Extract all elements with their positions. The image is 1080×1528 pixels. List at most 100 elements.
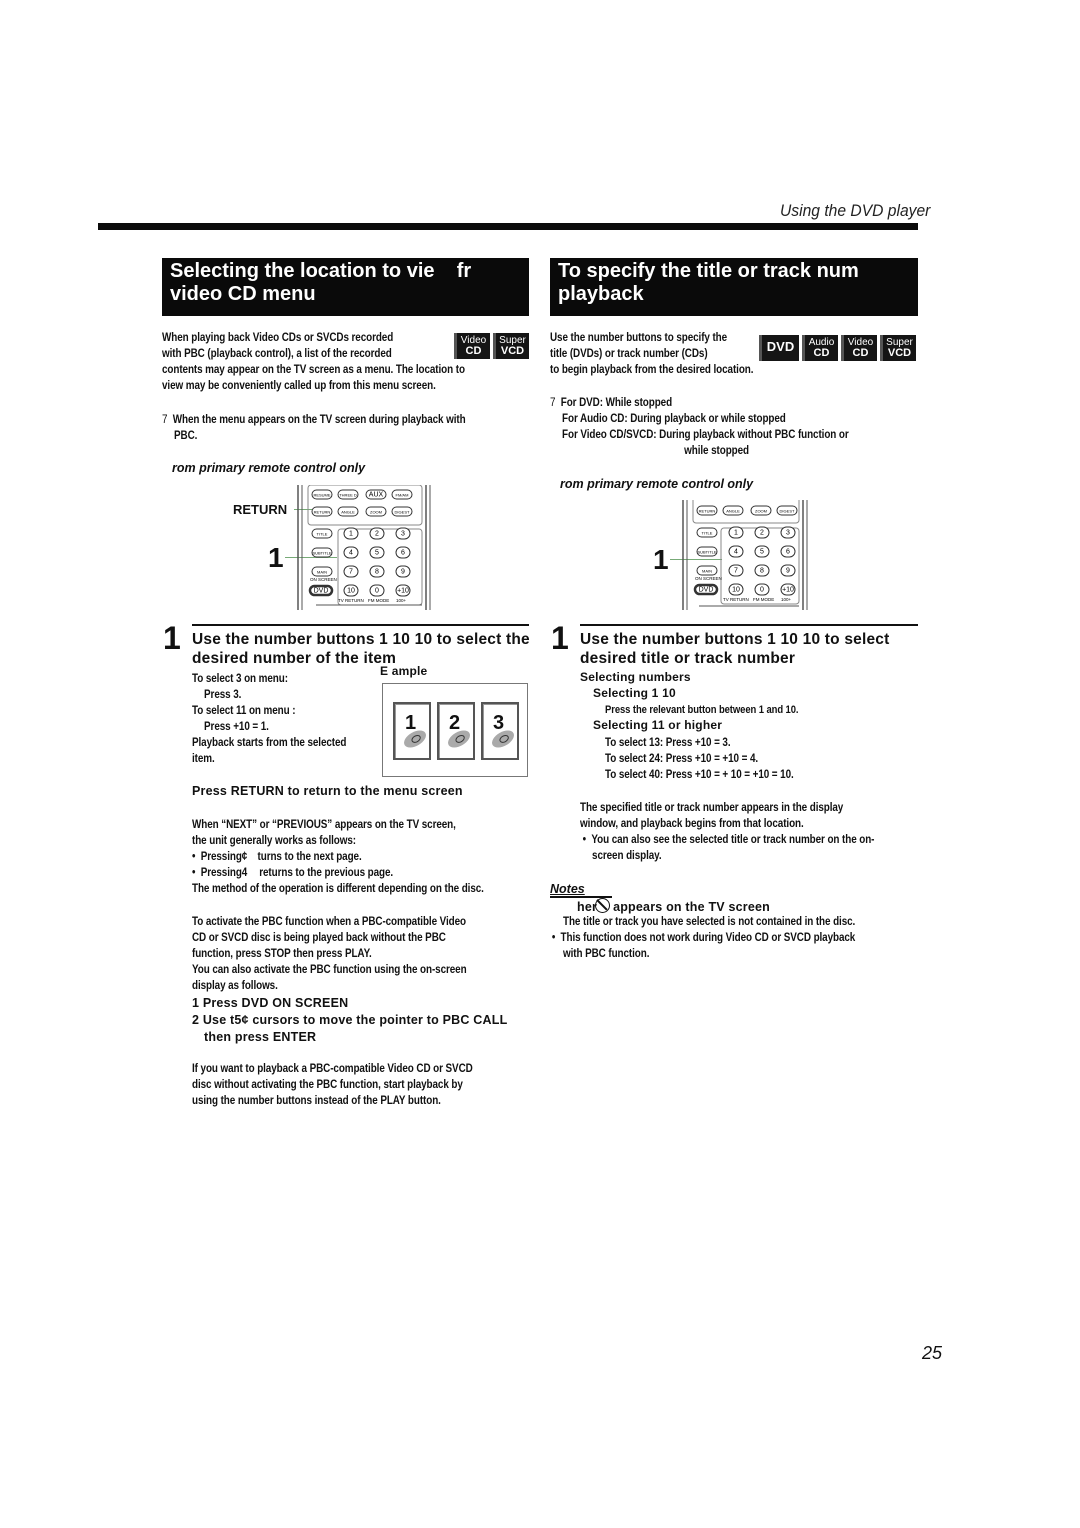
remote-button-label: SUBTITLE (312, 551, 331, 556)
number-button-label: 0 (760, 587, 764, 594)
tv-return-label: TV RETURN (723, 597, 749, 602)
example-line: To select 40: Press +10 = + 10 = +10 = 1… (605, 769, 794, 781)
right-step-rule (580, 624, 918, 626)
example-menu-item: 2 (437, 702, 475, 760)
number-button-label: 4 (734, 549, 738, 556)
note-bullet-text: This function does not work during Video… (560, 932, 856, 944)
number-button-label: 3 (401, 531, 405, 538)
pbc-line: You can also activate the PBC function u… (192, 964, 467, 976)
super-vcd-badge: Super VCD (493, 333, 529, 359)
number-button-label: 7 (349, 569, 353, 576)
number-button-label: 1 (734, 530, 738, 537)
left-condition: 7 When the menu appears on the TV screen… (162, 412, 466, 444)
remote-button-label: TITLE (317, 532, 328, 537)
remote-button-label: ANGLE (726, 509, 740, 514)
final-paragraph: If you want to playback a PBC-compatible… (192, 1061, 473, 1109)
remote-button-label: RETURN (699, 509, 716, 514)
left-remote-illustration: RESUME THREE D AUX FM/AM RETURN ANGLE ZOOM DIGE… (297, 485, 431, 610)
right-section-title: To specify the title or track num playba… (550, 258, 918, 316)
final-line: If you want to playback a PBC-compatible… (192, 1063, 473, 1075)
step1-callout-left: 1 (268, 542, 284, 573)
page-number: 25 (922, 1343, 943, 1363)
note-bullet: • This function does not work during Vid… (551, 932, 856, 944)
condition-text: For Audio CD: During playback or while s… (562, 413, 786, 425)
example-line: To select 24: Press +10 = +10 = 4. (605, 753, 759, 765)
number-button-label: 5 (375, 550, 379, 557)
left-step-number: 1 (163, 620, 181, 656)
pbc-line: CD or SVCD disc is being played back wit… (192, 932, 446, 944)
right-remote-illustration: RETURN ANGLE ZOOM DIGEST TITLE 1 2 3 SUBTITLE 4 5 6… (682, 500, 808, 610)
pbc-line: display as follows. (192, 980, 278, 992)
dvd-on-screen-button-label: DVD (314, 588, 329, 595)
result-line: window, and playback begins from that lo… (580, 818, 804, 830)
instruction-line: Playback starts from the selected (192, 737, 347, 749)
remote-button-label: MAIN (702, 569, 712, 574)
number-button-label: 9 (401, 569, 405, 576)
result-bullet-text: You can also see the selected title or t… (591, 834, 875, 846)
number-button-label: 0 (375, 588, 379, 595)
remote-button-label: DIGEST (395, 510, 410, 515)
remote-button-label: RETURN (314, 510, 331, 515)
left-intro-line: contents may appear on the TV screen as … (162, 364, 465, 376)
bullet-next: • Pressing¢ turns to the next page. (192, 851, 362, 863)
right-step-number: 1 (551, 620, 569, 656)
return-callout: RETURN (233, 502, 288, 517)
final-line: disc without activating the PBC function… (192, 1079, 463, 1091)
dvd-badge: DVD (759, 335, 799, 361)
left-section-title-line2: video CD menu (170, 283, 316, 305)
instruction-line: Press 3. (204, 689, 242, 701)
video-cd-badge: Video CD (454, 333, 490, 359)
result-line: The specified title or track number appe… (580, 802, 844, 814)
instruction-line: item. (192, 753, 215, 765)
number-button-label: 4 (349, 550, 353, 557)
hundred-plus-label: 100+ (396, 598, 407, 603)
remote-button-label: TITLE (702, 531, 713, 536)
left-step-heading-line1: Use the number buttons 1 10 10 to select… (192, 631, 530, 648)
remote-button-label: ZOOM (755, 509, 767, 514)
bullet-previous: • Pressing4 returns to the previous page. (192, 867, 394, 879)
number-button-label: 5 (760, 549, 764, 556)
right-intro-line: Use the number buttons to specify the (550, 332, 728, 344)
condition-text: For DVD: While stopped (560, 397, 673, 409)
note-line: with PBC function. (563, 948, 650, 960)
condition-text: When the menu appears on the TV screen d… (172, 414, 466, 426)
hundred-plus-label: 100+ (781, 597, 792, 602)
info-line: the unit generally works as follows: (192, 835, 356, 847)
number-button-label: 10 (732, 587, 740, 594)
bullet-result: returns to the previous page. (259, 867, 394, 879)
instruction-line: To select 11 on menu : (192, 705, 296, 717)
left-remote-label: rom primary remote control only (172, 461, 366, 475)
pbc-step: then press ENTER (204, 1030, 317, 1044)
right-step-heading: Use the number buttons 1 10 10 to select… (580, 630, 889, 668)
right-conditions: 7 For DVD: While stopped For Audio CD: D… (550, 395, 849, 459)
left-intro-line: view may be conveniently called up from … (162, 380, 436, 392)
condition-text: while stopped (684, 445, 749, 457)
info-line: When “NEXT” or “PREVIOUS” appears on the… (192, 819, 456, 831)
bullet-action: Pressing¢ (200, 851, 248, 863)
example-menu-item: 3 (481, 702, 519, 760)
on-screen-label: ON SCREEN (695, 576, 722, 581)
badge-bottom: CD (813, 347, 830, 359)
remote-button-label: DIGEST (780, 509, 795, 514)
condition-marker: 7 (162, 414, 168, 426)
left-section-title: Selecting the location to vie fr video C… (162, 258, 529, 316)
remote-button-label: AUX (369, 492, 384, 499)
badge-bottom: VCD (887, 347, 912, 359)
remote-button-label: SUBTITLE (697, 550, 716, 555)
header-rule (98, 223, 918, 230)
example-label: E ample (380, 664, 428, 678)
number-button-label: 9 (786, 568, 790, 575)
notes-heading-suffix: appears on the TV screen (613, 900, 770, 914)
number-button-label: 8 (375, 569, 379, 576)
fm-mode-label: FM MODE (368, 598, 389, 603)
pbc-step: 2 Use t5¢ cursors to move the pointer to… (192, 1013, 508, 1027)
bullet-action: Pressing4 (200, 867, 248, 879)
remote-button-label: ANGLE (341, 510, 355, 515)
number-button-label: 2 (760, 530, 764, 537)
pbc-steps: 1 Press DVD ON SCREEN 2 Use t5¢ cursors … (192, 995, 507, 1046)
running-header: Using the DVD player (780, 201, 931, 220)
condition-text: For Video CD/SVCD: During playback witho… (562, 429, 849, 441)
right-section-title-line2: playback (558, 283, 644, 305)
pbc-line: To activate the PBC function when a PBC-… (192, 916, 466, 928)
pbc-activation-paragraph: To activate the PBC function when a PBC-… (192, 914, 467, 994)
